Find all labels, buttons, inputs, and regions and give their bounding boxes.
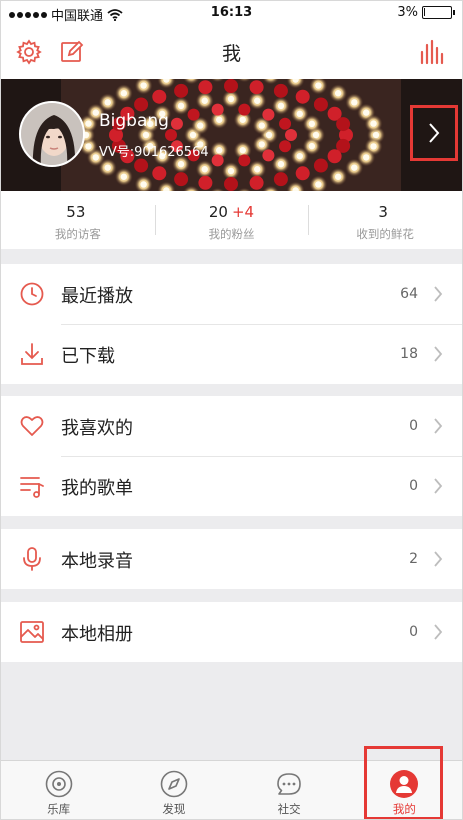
menu-item-label: 我喜欢的 — [61, 418, 133, 439]
menu-item-playlists[interactable]: 我的歌单 0 — [1, 456, 462, 516]
username: Bigbang — [99, 111, 169, 131]
playlist-icon — [20, 477, 44, 498]
menu-group-playback: 最近播放 64 已下载 18 — [1, 264, 462, 384]
chevron-right-icon — [434, 418, 443, 434]
download-icon — [21, 343, 43, 365]
tab-discover[interactable]: 发现 — [116, 761, 231, 819]
stat-visitors[interactable]: 53 我的访客 — [1, 191, 155, 249]
profile-detail-button[interactable] — [410, 105, 458, 161]
stat-increase: +4 — [231, 203, 255, 221]
page-title: 我 — [221, 43, 241, 65]
chevron-right-icon — [434, 624, 443, 640]
menu-item-label: 我的歌单 — [61, 478, 133, 499]
chevron-right-icon — [434, 346, 443, 362]
menu-item-recent-play[interactable]: 最近播放 64 — [1, 264, 462, 324]
chat-bubble-icon — [277, 773, 301, 795]
equalizer-icon[interactable] — [419, 39, 445, 65]
stat-value: 20 +4 — [208, 203, 255, 221]
tab-label: 发现 — [162, 802, 186, 816]
menu-item-label: 最近播放 — [61, 286, 133, 307]
chevron-right-icon — [434, 551, 443, 567]
tab-social[interactable]: 社交 — [232, 761, 347, 819]
menu-item-album[interactable]: 本地相册 0 — [1, 602, 462, 662]
menu-group-recordings: 本地录音 2 — [1, 529, 462, 589]
compass-icon — [160, 770, 188, 798]
chevron-right-icon — [434, 478, 443, 494]
stat-label: 我的粉丝 — [208, 227, 255, 241]
menu-item-label: 本地相册 — [61, 624, 133, 645]
menu-group-music: 我喜欢的 0 我的歌单 0 — [1, 396, 462, 516]
tab-label: 我的 — [392, 802, 416, 816]
menu-item-downloaded[interactable]: 已下载 18 — [1, 324, 462, 384]
menu-item-count: 0 — [409, 418, 418, 434]
stat-label: 我的访客 — [54, 227, 101, 241]
clock-icon — [20, 282, 44, 306]
menu-item-count: 64 — [400, 286, 418, 302]
menu-item-count: 2 — [409, 551, 418, 567]
battery-icon — [422, 6, 455, 19]
microphone-icon — [23, 547, 41, 571]
stat-value: 53 — [66, 203, 86, 221]
status-time: 16:13 — [210, 5, 253, 20]
photo-icon — [20, 621, 44, 643]
menu-item-count: 0 — [409, 624, 418, 640]
menu-item-count: 18 — [400, 346, 418, 362]
tab-label: 社交 — [277, 802, 301, 816]
user-id: VV号:901626564 — [99, 145, 209, 160]
stat-fans[interactable]: 20 +4 我的粉丝 — [154, 191, 309, 249]
battery-fill — [424, 8, 425, 16]
menu-item-count: 0 — [409, 478, 418, 494]
menu-item-favorites[interactable]: 我喜欢的 0 — [1, 396, 462, 456]
avatar[interactable] — [19, 101, 85, 167]
person-icon — [390, 770, 419, 798]
battery-percent: 3% — [397, 5, 418, 20]
tab-bar: 乐库 发现 社交 我的 — [1, 760, 462, 819]
stat-label: 收到的鲜花 — [356, 227, 414, 241]
chevron-right-icon — [429, 123, 440, 143]
stats-bar: 53 我的访客 20 +4 我的粉丝 3 收到的鲜花 — [1, 191, 462, 249]
profile-header[interactable]: Bigbang VV号:901626564 — [1, 79, 462, 191]
stat-value: 3 — [378, 203, 388, 221]
app-frame: 中国联通 16:13 3% 我 Bigbang VV号:901626564 53… — [0, 0, 463, 820]
menu-item-label: 本地录音 — [61, 551, 133, 572]
nav-bar: 我 — [1, 25, 462, 79]
status-bar: 中国联通 16:13 3% — [1, 1, 462, 25]
heart-icon — [20, 416, 44, 436]
menu-item-recordings[interactable]: 本地录音 2 — [1, 529, 462, 589]
status-right: 3% — [397, 5, 455, 20]
tab-label: 乐库 — [47, 802, 71, 816]
stat-flowers[interactable]: 3 收到的鲜花 — [308, 191, 462, 249]
tab-library[interactable]: 乐库 — [1, 761, 116, 819]
menu-item-label: 已下载 — [61, 346, 115, 367]
tab-mine[interactable]: 我的 — [347, 761, 462, 819]
chevron-right-icon — [434, 286, 443, 302]
menu-group-album: 本地相册 0 — [1, 602, 462, 662]
disc-icon — [45, 770, 72, 798]
